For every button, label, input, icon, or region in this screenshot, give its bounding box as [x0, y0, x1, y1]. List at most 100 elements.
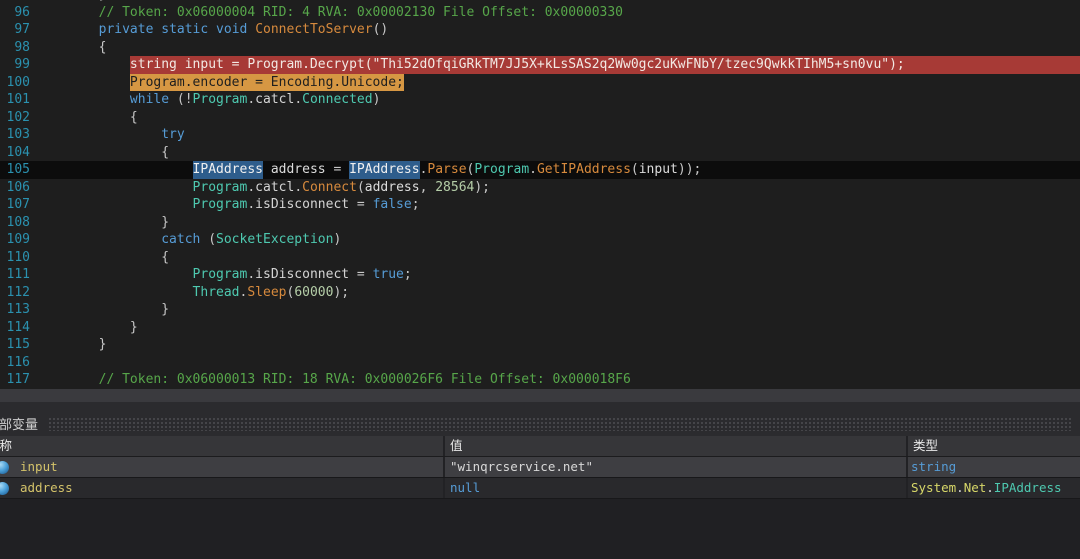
- code-line-content: {: [36, 249, 1080, 267]
- code-token: }: [36, 214, 169, 232]
- code-line[interactable]: 108 }: [0, 214, 1080, 232]
- code-line[interactable]: 117 // Token: 0x06000013 RID: 18 RVA: 0x…: [0, 371, 1080, 389]
- locals-panel: 局部变量 名称 值 类型 input"winqrcservice.net"str…: [0, 402, 1080, 559]
- code-line[interactable]: 110 {: [0, 249, 1080, 267]
- code-line[interactable]: 101 while (!Program.catcl.Connected): [0, 91, 1080, 109]
- code-line-content: IPAddress address = IPAddress.Parse(Prog…: [36, 161, 1080, 179]
- line-number[interactable]: 117: [0, 371, 36, 389]
- line-number[interactable]: 99: [0, 56, 36, 74]
- code-lines: 95 }96 // Token: 0x06000004 RID: 4 RVA: …: [0, 0, 1080, 389]
- code-token: string input = Program.Decrypt("Thi52dOf…: [130, 56, 1080, 74]
- column-header-type[interactable]: 类型: [908, 436, 1080, 456]
- line-number[interactable]: 110: [0, 249, 36, 267]
- locals-row[interactable]: addressnullSystem.Net.IPAddress: [0, 478, 1080, 499]
- code-line[interactable]: 99 string input = Program.Decrypt("Thi52…: [0, 56, 1080, 74]
- code-line-content: }: [36, 214, 1080, 232]
- code-token: }: [36, 336, 106, 354]
- code-token: );: [333, 284, 349, 302]
- column-header-name[interactable]: 名称: [0, 436, 445, 456]
- line-number[interactable]: 116: [0, 354, 36, 372]
- code-token: Program: [193, 196, 248, 214]
- code-token: );: [474, 179, 490, 197]
- code-line[interactable]: 102 {: [0, 109, 1080, 127]
- code-line-content: }: [36, 301, 1080, 319]
- code-token: [36, 231, 161, 249]
- code-line[interactable]: 106 Program.catcl.Connect(address, 28564…: [0, 179, 1080, 197]
- code-line[interactable]: 96 // Token: 0x06000004 RID: 4 RVA: 0x00…: [0, 4, 1080, 22]
- code-token: // Token: 0x06000004 RID: 4 RVA: 0x00002…: [36, 4, 623, 22]
- code-token: input: [639, 161, 678, 179]
- code-line[interactable]: 115 }: [0, 336, 1080, 354]
- decompiler-window: 95 }96 // Token: 0x06000004 RID: 4 RVA: …: [0, 0, 1080, 559]
- line-number[interactable]: 105: [0, 161, 36, 179]
- code-token: ConnectToServer: [255, 21, 372, 39]
- variable-name-cell[interactable]: input: [0, 457, 445, 477]
- code-editor[interactable]: 95 }96 // Token: 0x06000004 RID: 4 RVA: …: [0, 0, 1080, 389]
- code-token: .: [294, 91, 302, 109]
- line-number[interactable]: 107: [0, 196, 36, 214]
- code-token: GetIPAddress: [537, 161, 631, 179]
- line-number[interactable]: 115: [0, 336, 36, 354]
- variable-value-cell[interactable]: null: [445, 478, 908, 498]
- code-token: isDisconnect: [255, 196, 349, 214]
- code-line[interactable]: 116: [0, 354, 1080, 372]
- locals-row[interactable]: input"winqrcservice.net"string: [0, 457, 1080, 478]
- code-token: }: [36, 319, 138, 337]
- locals-panel-empty-area: [0, 499, 1080, 559]
- code-line[interactable]: 100 Program.encoder = Encoding.Unicode;: [0, 74, 1080, 92]
- type-token: IPAddress: [994, 480, 1062, 495]
- code-token: void: [216, 21, 247, 39]
- code-line[interactable]: 107 Program.isDisconnect = false;: [0, 196, 1080, 214]
- code-line-content: }: [36, 336, 1080, 354]
- line-number[interactable]: 101: [0, 91, 36, 109]
- line-number[interactable]: 97: [0, 21, 36, 39]
- code-token: (: [357, 179, 365, 197]
- code-line[interactable]: 97 private static void ConnectToServer(): [0, 21, 1080, 39]
- line-number[interactable]: 103: [0, 126, 36, 144]
- code-token: [36, 74, 130, 92]
- code-token: {: [36, 144, 169, 162]
- code-line[interactable]: 104 {: [0, 144, 1080, 162]
- line-number[interactable]: 96: [0, 4, 36, 22]
- line-number[interactable]: 114: [0, 319, 36, 337]
- code-token: ): [333, 231, 341, 249]
- code-line[interactable]: 103 try: [0, 126, 1080, 144]
- variable-name-cell[interactable]: address: [0, 478, 445, 498]
- type-token: System: [911, 480, 956, 495]
- code-line-content: catch (SocketException): [36, 231, 1080, 249]
- line-number[interactable]: 106: [0, 179, 36, 197]
- code-token: (): [373, 21, 389, 39]
- line-number[interactable]: 98: [0, 39, 36, 57]
- line-number[interactable]: 112: [0, 284, 36, 302]
- code-line[interactable]: 98 {: [0, 39, 1080, 57]
- code-token: .: [247, 179, 255, 197]
- code-line[interactable]: 105 IPAddress address = IPAddress.Parse(…: [0, 161, 1080, 179]
- code-line[interactable]: 109 catch (SocketException): [0, 231, 1080, 249]
- line-number[interactable]: 100: [0, 74, 36, 92]
- code-line-content: // Token: 0x06000013 RID: 18 RVA: 0x0000…: [36, 371, 1080, 389]
- code-line-content: Program.catcl.Connect(address, 28564);: [36, 179, 1080, 197]
- line-number[interactable]: 108: [0, 214, 36, 232]
- code-token: {: [36, 39, 106, 57]
- line-number[interactable]: 109: [0, 231, 36, 249]
- column-header-value[interactable]: 值: [445, 436, 908, 456]
- code-line[interactable]: 114 }: [0, 319, 1080, 337]
- code-line-content: Program.isDisconnect = true;: [36, 266, 1080, 284]
- line-number[interactable]: 102: [0, 109, 36, 127]
- code-token: =: [333, 161, 349, 179]
- line-number[interactable]: 111: [0, 266, 36, 284]
- panel-splitter[interactable]: [0, 389, 1080, 402]
- code-line[interactable]: 113 }: [0, 301, 1080, 319]
- code-token: [36, 21, 99, 39]
- code-line[interactable]: 112 Thread.Sleep(60000);: [0, 284, 1080, 302]
- line-number[interactable]: 113: [0, 301, 36, 319]
- code-token: Program: [193, 91, 248, 109]
- variable-value-cell[interactable]: "winqrcservice.net": [445, 457, 908, 477]
- code-token: =: [349, 266, 372, 284]
- code-token: Program: [474, 161, 529, 179]
- line-number[interactable]: 104: [0, 144, 36, 162]
- code-line[interactable]: 111 Program.isDisconnect = true;: [0, 266, 1080, 284]
- locals-panel-titlebar[interactable]: 局部变量: [0, 402, 1080, 436]
- code-token: [36, 196, 193, 214]
- code-token: ,: [420, 179, 436, 197]
